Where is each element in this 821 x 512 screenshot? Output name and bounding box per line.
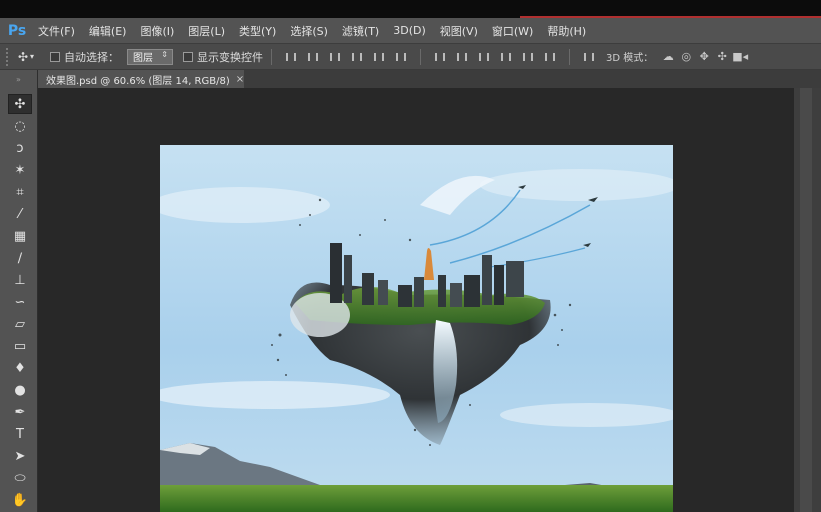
pen-tool-icon[interactable]: ✒: [8, 402, 32, 422]
cloud: [160, 381, 390, 409]
3d-orbit-icon[interactable]: ☁: [659, 50, 677, 64]
meadow: [160, 485, 673, 512]
3d-slide-icon[interactable]: ✣: [713, 50, 731, 64]
lasso-tool-icon[interactable]: ↄ: [8, 138, 32, 158]
distribute-right-icon[interactable]: [540, 50, 560, 64]
eraser-icon[interactable]: ▱: [8, 314, 32, 334]
building: [378, 280, 388, 305]
menu-filter[interactable]: 滤镜(T): [342, 23, 379, 39]
building: [464, 275, 480, 307]
menu-image[interactable]: 图像(I): [140, 23, 174, 39]
menu-edit[interactable]: 编辑(E): [89, 23, 127, 39]
gradient-icon[interactable]: ▭: [8, 336, 32, 356]
tools-panel: » ✣ ◌ ↄ ✶ ⌗ ⁄ ▦ ∕ ⊥ ∽ ▱ ▭ ♦ ● ✒ T ➤ ⬭ ✋: [0, 70, 38, 512]
menu-layer[interactable]: 图层(L): [188, 23, 225, 39]
clone-stamp-icon[interactable]: ⊥: [8, 270, 32, 290]
floating-island-artwork: [160, 145, 673, 512]
menu-window[interactable]: 窗口(W): [492, 23, 533, 39]
history-brush-icon[interactable]: ∽: [8, 292, 32, 312]
menu-select[interactable]: 选择(S): [290, 23, 328, 39]
menu-3d[interactable]: 3D(D): [393, 24, 426, 37]
align-hcenter-icon[interactable]: [369, 50, 389, 64]
close-icon[interactable]: ×: [236, 74, 244, 85]
3d-roll-icon[interactable]: ◎: [677, 50, 695, 64]
building: [450, 283, 462, 307]
menu-type[interactable]: 类型(Y): [239, 23, 276, 39]
distribute-hcenter-icon[interactable]: [518, 50, 538, 64]
auto-select-label: 自动选择：: [64, 50, 119, 64]
show-transform-label: 显示变换控件: [197, 50, 263, 64]
distribute-top-icon[interactable]: [430, 50, 450, 64]
3d-scale-icon[interactable]: ■◂: [731, 50, 749, 64]
cloud: [500, 403, 673, 427]
distribute-left-icon[interactable]: [496, 50, 516, 64]
align-vcenter-icon[interactable]: [303, 50, 323, 64]
dodge-tool-icon[interactable]: ●: [8, 380, 32, 400]
building: [482, 255, 492, 305]
auto-select-value: 图层: [133, 53, 153, 64]
hand-tool-icon[interactable]: ✋: [8, 490, 32, 510]
options-bar: ✣ ▾ 自动选择： 图层 ⇕ 显示变换控件 3D 模式： ☁ ◎ ✥ ✣ ■◂: [0, 44, 821, 70]
ellipse-tool-icon[interactable]: ⬭: [8, 468, 32, 488]
menu-view[interactable]: 视图(V): [440, 23, 478, 39]
building: [494, 265, 504, 305]
magic-wand-icon[interactable]: ✶: [8, 160, 32, 180]
photoshop-logo[interactable]: Ps: [4, 18, 30, 44]
vertical-scrollbar[interactable]: [794, 88, 821, 512]
chevron-updown-icon: ⇕: [161, 49, 168, 59]
align-right-icon[interactable]: [391, 50, 411, 64]
blur-tool-icon[interactable]: ♦: [8, 358, 32, 378]
document-tab-title: 效果图.psd @ 60.6% (图层 14, RGB/8): [46, 75, 230, 87]
move-tool-preset-icon[interactable]: ✣ ▾: [12, 50, 40, 64]
move-tool-icon[interactable]: ✣: [8, 94, 32, 114]
3d-mode-label: 3D 模式：: [606, 53, 654, 64]
scrollbar-track[interactable]: [800, 88, 812, 512]
divider: [271, 48, 272, 65]
building: [414, 277, 424, 307]
document-tabs: 效果图.psd @ 60.6% (图层 14, RGB/8) ×: [38, 70, 821, 88]
align-bottom-icon[interactable]: [325, 50, 345, 64]
divider: [569, 48, 570, 65]
menu-help[interactable]: 帮助(H): [547, 23, 586, 39]
crop-tool-icon[interactable]: ⌗: [8, 182, 32, 202]
3d-drag-icon[interactable]: ✥: [695, 50, 713, 64]
auto-select-dropdown[interactable]: 图层 ⇕: [127, 48, 173, 65]
type-tool-icon[interactable]: T: [8, 424, 32, 444]
building: [398, 285, 412, 307]
building: [362, 273, 374, 305]
distribute-vcenter-icon[interactable]: [452, 50, 472, 64]
auto-align-icon[interactable]: [579, 50, 599, 64]
auto-select-checkbox[interactable]: [50, 51, 60, 62]
cloud: [480, 169, 673, 201]
tools-panel-collapse-icon[interactable]: »: [0, 70, 37, 88]
building: [344, 255, 352, 303]
document-tab[interactable]: 效果图.psd @ 60.6% (图层 14, RGB/8) ×: [38, 70, 244, 88]
show-transform-checkbox[interactable]: [183, 51, 193, 62]
brush-tool-icon[interactable]: ∕: [8, 248, 32, 268]
title-strip: [0, 0, 821, 18]
menu-bar: Ps 文件(F) 编辑(E) 图像(I) 图层(L) 类型(Y) 选择(S) 滤…: [0, 18, 821, 44]
distribute-bottom-icon[interactable]: [474, 50, 494, 64]
eyedropper-icon[interactable]: ⁄: [8, 204, 32, 224]
align-top-icon[interactable]: [281, 50, 301, 64]
building: [438, 275, 446, 307]
document-canvas[interactable]: [160, 145, 673, 512]
menu-file[interactable]: 文件(F): [38, 23, 75, 39]
align-left-icon[interactable]: [347, 50, 367, 64]
healing-brush-icon[interactable]: ▦: [8, 226, 32, 246]
building: [330, 243, 342, 303]
marquee-tool-icon[interactable]: ◌: [8, 116, 32, 136]
path-selection-icon[interactable]: ➤: [8, 446, 32, 466]
divider: [420, 48, 421, 65]
building: [506, 261, 524, 297]
